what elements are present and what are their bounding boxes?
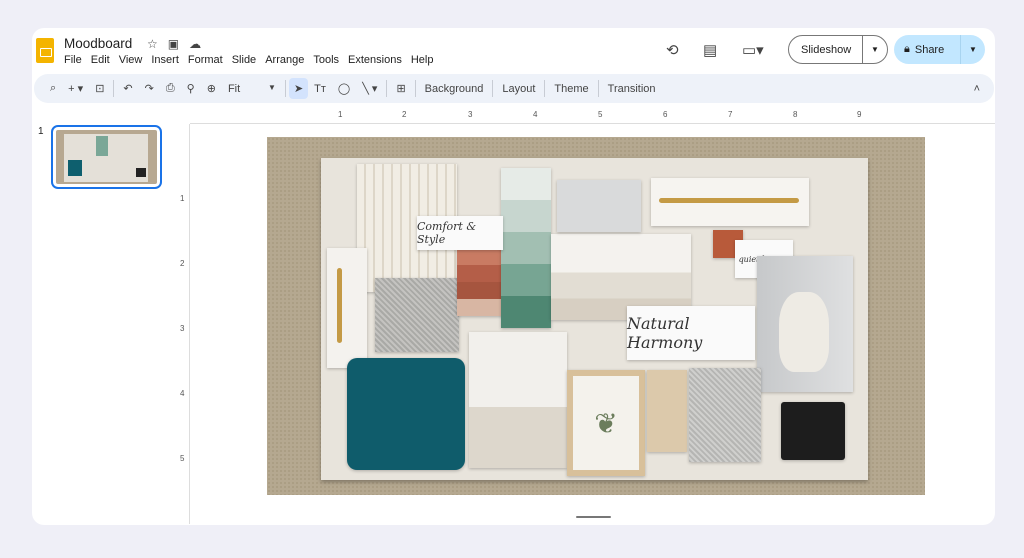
- redo-icon[interactable]: ↷: [139, 82, 160, 95]
- chevron-down-icon: ▼: [268, 82, 276, 92]
- zoom-icon[interactable]: ⊕: [201, 82, 222, 95]
- zoom-select[interactable]: Fit ▼: [222, 83, 282, 95]
- app-window: Moodboard ☆ ▣ ☁ File Edit View Insert Fo…: [32, 28, 995, 525]
- transition-button[interactable]: Transition: [602, 83, 662, 95]
- paint-format-icon[interactable]: ⚲: [181, 82, 201, 95]
- horizontal-ruler[interactable]: 1 2 3 4 5 6 7 8 9: [190, 110, 995, 124]
- ruler-label: 4: [180, 389, 185, 398]
- menu-file[interactable]: File: [64, 54, 82, 66]
- slideshow-dropdown-icon[interactable]: ▼: [863, 45, 887, 54]
- ruler-label: 9: [857, 110, 862, 119]
- teal-pillow: [347, 358, 465, 470]
- star-icon[interactable]: ☆: [147, 37, 158, 51]
- brass-bar-card: [651, 178, 809, 226]
- collapse-toolbar-icon[interactable]: ˄: [968, 83, 986, 95]
- brass-handle-card: [327, 248, 367, 368]
- share-dropdown-icon[interactable]: ▼: [961, 45, 985, 54]
- linen-swatch: [647, 370, 687, 452]
- text-box-icon[interactable]: Tт: [308, 83, 332, 95]
- add-slide-layout-icon[interactable]: ⊡: [89, 82, 110, 95]
- menu-arrange[interactable]: Arrange: [265, 54, 304, 66]
- slide-number: 1: [38, 126, 44, 137]
- undo-icon[interactable]: ↶: [117, 82, 138, 95]
- ruler-label: 3: [180, 324, 185, 333]
- black-tile: [781, 402, 845, 460]
- green-paint-swatch: [501, 168, 551, 328]
- lock-icon: 🔒︎: [904, 43, 910, 55]
- share-label: Share: [914, 43, 945, 56]
- ruler-label: 2: [180, 259, 185, 268]
- living-room-photo: [469, 332, 567, 468]
- document-title[interactable]: Moodboard: [64, 36, 132, 51]
- ruler-label: 3: [468, 110, 473, 119]
- cloud-saved-icon[interactable]: ☁: [189, 37, 201, 51]
- ruler-label: 1: [180, 194, 185, 203]
- vertical-ruler[interactable]: 1 2 3 4 5: [175, 124, 190, 524]
- toolbar: ⌕ + ▾ ⊡ ↶ ↷ ⎙ ⚲ ⊕ Fit ▼ ➤ Tт ◯ ╲ ▾ ⊞ Back…: [34, 74, 994, 103]
- layout-button[interactable]: Layout: [496, 83, 541, 95]
- ruler-label: 1: [338, 110, 343, 119]
- menu-help[interactable]: Help: [411, 54, 434, 66]
- moodboard-image: Comfort & Style quiet lounge Natural Har…: [321, 158, 868, 480]
- scrollbar-handle[interactable]: [576, 516, 611, 518]
- gray-swatch: [557, 180, 641, 232]
- new-slide-icon[interactable]: + ▾: [62, 82, 89, 95]
- share-button[interactable]: 🔒︎ Share ▼: [894, 35, 985, 64]
- menu-insert[interactable]: Insert: [151, 54, 179, 66]
- gray-fabric-swatch: [689, 368, 761, 462]
- slide-thumbnail[interactable]: [51, 125, 162, 189]
- ruler-label: 8: [793, 110, 798, 119]
- menu-tools[interactable]: Tools: [313, 54, 339, 66]
- vase-photo: [757, 256, 853, 392]
- ruler-label: 5: [598, 110, 603, 119]
- menu-format[interactable]: Format: [188, 54, 223, 66]
- comfort-style-label: Comfort & Style: [417, 216, 503, 250]
- version-history-icon[interactable]: ⟲: [666, 41, 679, 59]
- menu-view[interactable]: View: [119, 54, 143, 66]
- ruler-label: 7: [728, 110, 733, 119]
- slides-logo-icon[interactable]: [36, 38, 54, 63]
- ruler-label: 4: [533, 110, 538, 119]
- theme-button[interactable]: Theme: [548, 83, 594, 95]
- shape-icon[interactable]: ◯: [332, 82, 356, 95]
- meet-camera-icon[interactable]: ▭▾: [742, 41, 764, 59]
- slideshow-label[interactable]: Slideshow: [789, 36, 863, 63]
- background-button[interactable]: Background: [419, 83, 490, 95]
- comment-add-icon[interactable]: ⊞: [390, 82, 411, 95]
- select-tool-icon[interactable]: ➤: [288, 78, 309, 99]
- ruler-label: 5: [180, 454, 185, 463]
- ruler-label: 6: [663, 110, 668, 119]
- menu-edit[interactable]: Edit: [91, 54, 110, 66]
- move-to-folder-icon[interactable]: ▣: [168, 37, 179, 51]
- menu-slide[interactable]: Slide: [232, 54, 256, 66]
- slide-canvas[interactable]: Comfort & Style quiet lounge Natural Har…: [267, 137, 925, 495]
- menu-extensions[interactable]: Extensions: [348, 54, 402, 66]
- menu-bar: File Edit View Insert Format Slide Arran…: [64, 54, 433, 66]
- comments-icon[interactable]: ▤: [703, 41, 717, 59]
- search-menus-icon[interactable]: ⌕: [44, 82, 62, 95]
- fabric-swatch: [375, 278, 459, 352]
- print-icon[interactable]: ⎙: [160, 82, 181, 95]
- framed-botanical-print: ❦: [567, 370, 645, 476]
- slideshow-button[interactable]: Slideshow ▼: [788, 35, 888, 64]
- ruler-label: 2: [402, 110, 407, 119]
- natural-harmony-label: Natural Harmony: [627, 306, 755, 360]
- line-icon[interactable]: ╲ ▾: [356, 82, 383, 95]
- terracotta-swatch: [457, 248, 505, 316]
